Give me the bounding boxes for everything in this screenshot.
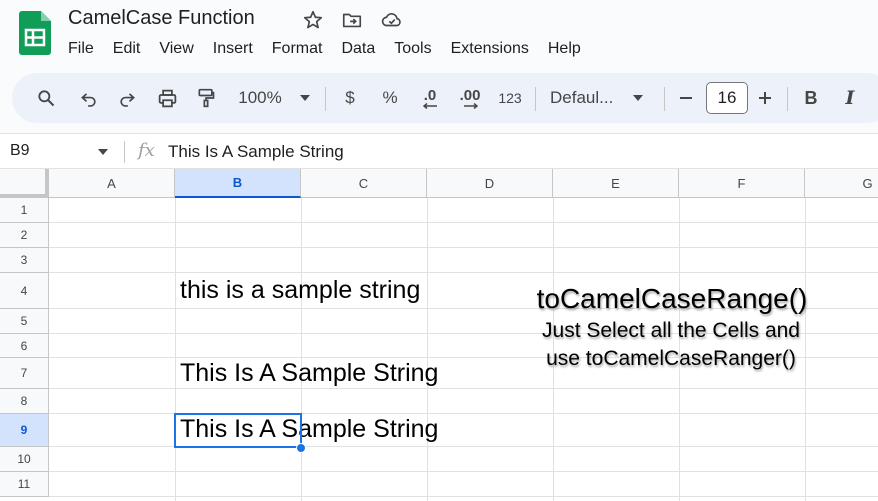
row-header-8[interactable]: 8 bbox=[0, 389, 49, 414]
menu-edit[interactable]: Edit bbox=[113, 38, 141, 60]
percent-format-button[interactable]: % bbox=[378, 73, 402, 123]
cloud-saved-icon[interactable] bbox=[381, 9, 403, 31]
bold-button[interactable]: B bbox=[801, 73, 821, 123]
gridline bbox=[49, 247, 878, 248]
zoom-value: 100% bbox=[238, 88, 282, 107]
fx-icon: fx bbox=[138, 140, 155, 161]
cell-b7[interactable]: This Is A Sample String bbox=[180, 359, 438, 388]
arrow-left-icon bbox=[423, 102, 437, 109]
overlay-line-2: use toCamelCaseRanger() bbox=[546, 347, 796, 370]
row-header-9[interactable]: 9 bbox=[0, 414, 49, 447]
percent-label: % bbox=[382, 88, 398, 107]
move-folder-icon[interactable] bbox=[341, 9, 363, 31]
menu-bar: File Edit View Insert Format Data Tools … bbox=[68, 38, 600, 60]
row-header-4[interactable]: 4 bbox=[0, 273, 49, 309]
font-select[interactable]: Defaul... bbox=[550, 73, 654, 123]
row-header-1[interactable]: 1 bbox=[0, 198, 49, 223]
menu-help[interactable]: Help bbox=[548, 38, 581, 60]
row-header-5[interactable]: 5 bbox=[0, 309, 49, 334]
cell-b4[interactable]: this is a sample string bbox=[180, 276, 420, 305]
increase-decimal-button[interactable]: .00 bbox=[454, 73, 486, 123]
number-format-button[interactable]: 123 bbox=[496, 73, 524, 123]
font-size-input[interactable]: 16 bbox=[706, 82, 748, 114]
sheets-logo-icon[interactable] bbox=[19, 11, 51, 55]
menu-extensions[interactable]: Extensions bbox=[451, 38, 529, 60]
decrease-decimal-label: .0 bbox=[423, 86, 437, 104]
arrow-right-icon bbox=[464, 102, 478, 109]
increase-decimal-label: .00 bbox=[459, 86, 481, 104]
menu-format[interactable]: Format bbox=[272, 38, 323, 60]
column-header-b[interactable]: B bbox=[175, 169, 301, 198]
zoom-select[interactable]: 100% bbox=[234, 73, 314, 123]
italic-button[interactable]: I bbox=[840, 73, 860, 123]
menu-insert[interactable]: Insert bbox=[213, 38, 253, 60]
row-header-3[interactable]: 3 bbox=[0, 248, 49, 273]
menu-view[interactable]: View bbox=[159, 38, 193, 60]
menu-file[interactable]: File bbox=[68, 38, 94, 60]
toolbar: 100% $ % .0 .00 123 Defaul... 16 B I bbox=[12, 73, 878, 123]
formula-bar-divider bbox=[124, 141, 125, 163]
currency-format-button[interactable]: $ bbox=[340, 73, 360, 123]
fill-handle[interactable] bbox=[296, 443, 306, 453]
title-bar: CamelCase Function File Edit View Insert… bbox=[0, 0, 878, 70]
overlay-line-1: Just Select all the Cells and bbox=[542, 319, 800, 342]
gridline bbox=[427, 198, 428, 501]
gridline bbox=[175, 198, 176, 501]
row-header-10[interactable]: 10 bbox=[0, 447, 49, 472]
redo-icon[interactable] bbox=[115, 73, 139, 123]
paint-format-icon[interactable] bbox=[194, 73, 218, 123]
row-header-7[interactable]: 7 bbox=[0, 358, 49, 389]
column-header-g[interactable]: G bbox=[805, 169, 878, 198]
toolbar-divider bbox=[787, 87, 788, 111]
increase-font-size-button[interactable] bbox=[755, 73, 775, 123]
column-header-a[interactable]: A bbox=[49, 169, 175, 198]
search-menus-icon[interactable] bbox=[34, 73, 58, 123]
column-header-d[interactable]: D bbox=[427, 169, 553, 198]
gridline bbox=[49, 388, 878, 389]
row-header-11[interactable]: 11 bbox=[0, 472, 49, 497]
column-header-c[interactable]: C bbox=[301, 169, 427, 198]
zoom-dropdown-icon bbox=[299, 95, 310, 101]
name-box[interactable]: B9 bbox=[10, 142, 30, 160]
star-icon[interactable] bbox=[302, 9, 324, 31]
undo-icon[interactable] bbox=[77, 73, 101, 123]
toolbar-divider bbox=[325, 87, 326, 111]
decrease-font-size-button[interactable] bbox=[676, 73, 696, 123]
formula-bar: B9 fx This Is A Sample String bbox=[0, 133, 878, 169]
decrease-decimal-button[interactable]: .0 bbox=[416, 73, 444, 123]
menu-tools[interactable]: Tools bbox=[394, 38, 431, 60]
row-header-6[interactable]: 6 bbox=[0, 334, 49, 358]
gridline bbox=[301, 198, 302, 501]
name-box-dropdown-icon[interactable] bbox=[98, 149, 108, 155]
number-format-label: 123 bbox=[498, 90, 522, 106]
currency-label: $ bbox=[345, 88, 355, 107]
font-value: Defaul... bbox=[550, 88, 614, 107]
document-title[interactable]: CamelCase Function bbox=[68, 7, 255, 30]
overlay-title: toCamelCaseRange() bbox=[536, 283, 808, 314]
toolbar-divider bbox=[535, 87, 536, 111]
spreadsheet-grid[interactable]: A B C D E F G 1 2 3 4 5 6 7 8 9 10 11 th… bbox=[0, 169, 878, 501]
formula-input[interactable]: This Is A Sample String bbox=[168, 142, 344, 162]
row-header-2[interactable]: 2 bbox=[0, 223, 49, 248]
plus-icon bbox=[759, 92, 771, 104]
bold-label: B bbox=[804, 87, 818, 108]
column-header-f[interactable]: F bbox=[679, 169, 805, 198]
gridline bbox=[49, 222, 878, 223]
select-all-corner[interactable] bbox=[0, 169, 49, 198]
gridline bbox=[49, 496, 878, 497]
toolbar-divider bbox=[664, 87, 665, 111]
italic-label: I bbox=[845, 87, 855, 109]
menu-data[interactable]: Data bbox=[341, 38, 375, 60]
gridline bbox=[49, 471, 878, 472]
font-dropdown-icon bbox=[633, 95, 644, 101]
print-icon[interactable] bbox=[155, 73, 179, 123]
minus-icon bbox=[680, 97, 692, 99]
column-header-e[interactable]: E bbox=[553, 169, 679, 198]
active-cell-selection[interactable] bbox=[174, 413, 302, 448]
gridline bbox=[49, 272, 878, 273]
